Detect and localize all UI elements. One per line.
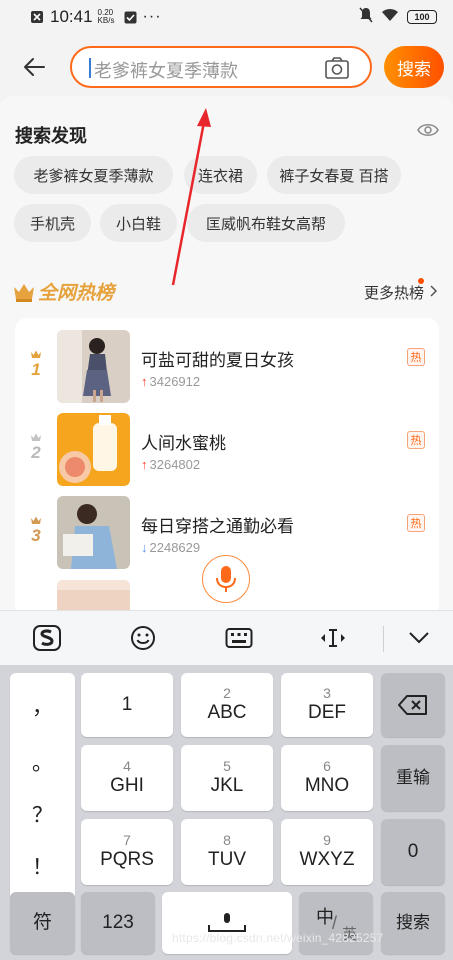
key-def[interactable]: 3 DEF [281, 673, 373, 737]
search-content: 搜索发现 老爹裤女夏季薄款 连衣裙 裤子女春夏 百搭 手机壳 小白鞋 匡威帆布鞋… [0, 96, 453, 610]
text-cursor [89, 58, 91, 78]
net-speed: 0.20 KB/s [97, 8, 115, 25]
key-tuv[interactable]: 8 TUV [181, 819, 273, 885]
discovery-chip[interactable]: 裤子女春夏 百搭 [267, 156, 401, 194]
hot-list-item[interactable]: 1 可盐可甜的夏日女孩 ↑ 3426912 热 [15, 330, 439, 406]
discovery-chip[interactable]: 老爹裤女夏季薄款 [14, 156, 173, 194]
hot-item-title: 每日穿搭之通勤必看 [141, 517, 294, 536]
punct-exclaim[interactable]: ！ [10, 851, 75, 881]
hot-badge: 热 [407, 348, 425, 366]
discovery-chip[interactable]: 匡威帆布鞋女高帮 [187, 204, 345, 242]
voice-search-tab [190, 545, 262, 610]
backspace-icon [398, 695, 427, 715]
punct-comma[interactable]: ， [10, 691, 75, 721]
battery-icon: 100 [407, 10, 437, 24]
rank-number: 1 [27, 350, 45, 380]
hot-item-count: ↑ 3426912 [141, 374, 201, 389]
trend-up-icon: ↑ [141, 457, 148, 472]
wifi-icon [381, 8, 399, 26]
search-button[interactable]: 搜索 [384, 46, 444, 88]
cursor-move-icon[interactable] [316, 622, 350, 654]
more-dots-icon: ··· [142, 8, 162, 25]
hot-item-title: 人间水蜜桃 [141, 434, 226, 453]
search-input[interactable]: 老爹裤女夏季薄款 [70, 46, 372, 88]
microphone-button[interactable] [202, 555, 250, 603]
notification-x-icon [30, 10, 44, 24]
keyboard-search-key[interactable]: 搜索 [381, 892, 445, 954]
discovery-chip[interactable]: 手机壳 [14, 204, 91, 242]
discovery-chip[interactable]: 连衣裙 [184, 156, 257, 194]
product-thumbnail[interactable] [57, 413, 130, 486]
discovery-title: 搜索发现 [15, 126, 87, 146]
microphone-icon [216, 566, 236, 592]
backspace-key[interactable] [381, 673, 445, 737]
hot-badge: 热 [407, 431, 425, 449]
product-thumbnail[interactable] [57, 496, 130, 569]
t9-keyboard: ， 。 ？ ！ 1 2 ABC 3 DEF 4 GHI 5 JKL 6 MNO … [0, 665, 453, 960]
crown-icon [31, 433, 41, 441]
eye-icon[interactable] [417, 122, 439, 138]
key-wxyz[interactable]: 9 WXYZ [281, 819, 373, 885]
collapse-keyboard-icon[interactable] [402, 622, 436, 654]
hot-list-title-text: 全网热榜 [38, 283, 115, 304]
search-placeholder: 老爹裤女夏季薄款 [94, 61, 238, 81]
reinput-key[interactable]: 重输 [381, 745, 445, 811]
status-bar: 10:41 0.20 KB/s ··· 100 [0, 0, 453, 34]
watermark-text: https://blog.csdn.net/weixin_42825257 [172, 931, 384, 945]
key-pqrs[interactable]: 7 PQRS [81, 819, 173, 885]
hot-item-count: ↑ 3264802 [141, 457, 201, 472]
more-hot-list-link[interactable]: 更多热榜 [363, 278, 438, 303]
numbers-key[interactable]: 123 [81, 892, 155, 954]
back-arrow-icon[interactable] [20, 52, 50, 82]
rank-number: 3 [27, 516, 45, 546]
crown-icon [14, 283, 34, 302]
product-thumbnail[interactable] [57, 580, 130, 610]
punct-question[interactable]: ？ [10, 799, 75, 829]
key-abc[interactable]: 2 ABC [181, 673, 273, 737]
key-1[interactable]: 1 [81, 673, 173, 737]
hot-item-count: ↓ 2248629 [141, 540, 201, 555]
check-icon [124, 11, 137, 24]
toolbar-divider [383, 626, 384, 652]
hot-list-item[interactable]: 2 人间水蜜桃 ↑ 3264802 热 [15, 413, 439, 489]
keyboard-switch-icon[interactable] [222, 622, 256, 654]
status-time: 10:41 [50, 7, 93, 26]
search-header: 老爹裤女夏季薄款 搜索 [0, 34, 453, 96]
hot-list-title: 全网热榜 [12, 278, 114, 305]
key-mno[interactable]: 6 MNO [281, 745, 373, 811]
punct-period[interactable]: 。 [10, 747, 75, 777]
hot-item-title: 可盐可甜的夏日女孩 [141, 351, 294, 370]
red-dot-badge [418, 278, 424, 284]
discovery-chip[interactable]: 小白鞋 [100, 204, 177, 242]
symbols-key[interactable]: 符 [10, 892, 75, 954]
hot-list-header: 全网热榜 更多热榜 [12, 276, 442, 308]
emoji-icon[interactable] [126, 622, 160, 654]
hot-badge: 热 [407, 514, 425, 532]
crown-icon [31, 350, 41, 358]
punctuation-column[interactable]: ， 。 ？ ！ [10, 673, 75, 901]
product-thumbnail[interactable] [57, 330, 130, 403]
rank-number: 2 [27, 433, 45, 463]
mute-bell-icon [359, 7, 373, 27]
key-jkl[interactable]: 5 JKL [181, 745, 273, 811]
zero-key[interactable]: 0 [381, 819, 445, 885]
crown-icon [31, 516, 41, 524]
key-ghi[interactable]: 4 GHI [81, 745, 173, 811]
camera-icon[interactable] [324, 56, 350, 80]
more-hot-list-label: 更多热榜 [363, 285, 424, 302]
trend-down-icon: ↓ [141, 540, 148, 555]
sogou-logo-icon[interactable] [30, 622, 64, 654]
keyboard-toolbar [0, 610, 453, 665]
chevron-right-icon [430, 284, 438, 301]
trend-up-icon: ↑ [141, 374, 148, 389]
